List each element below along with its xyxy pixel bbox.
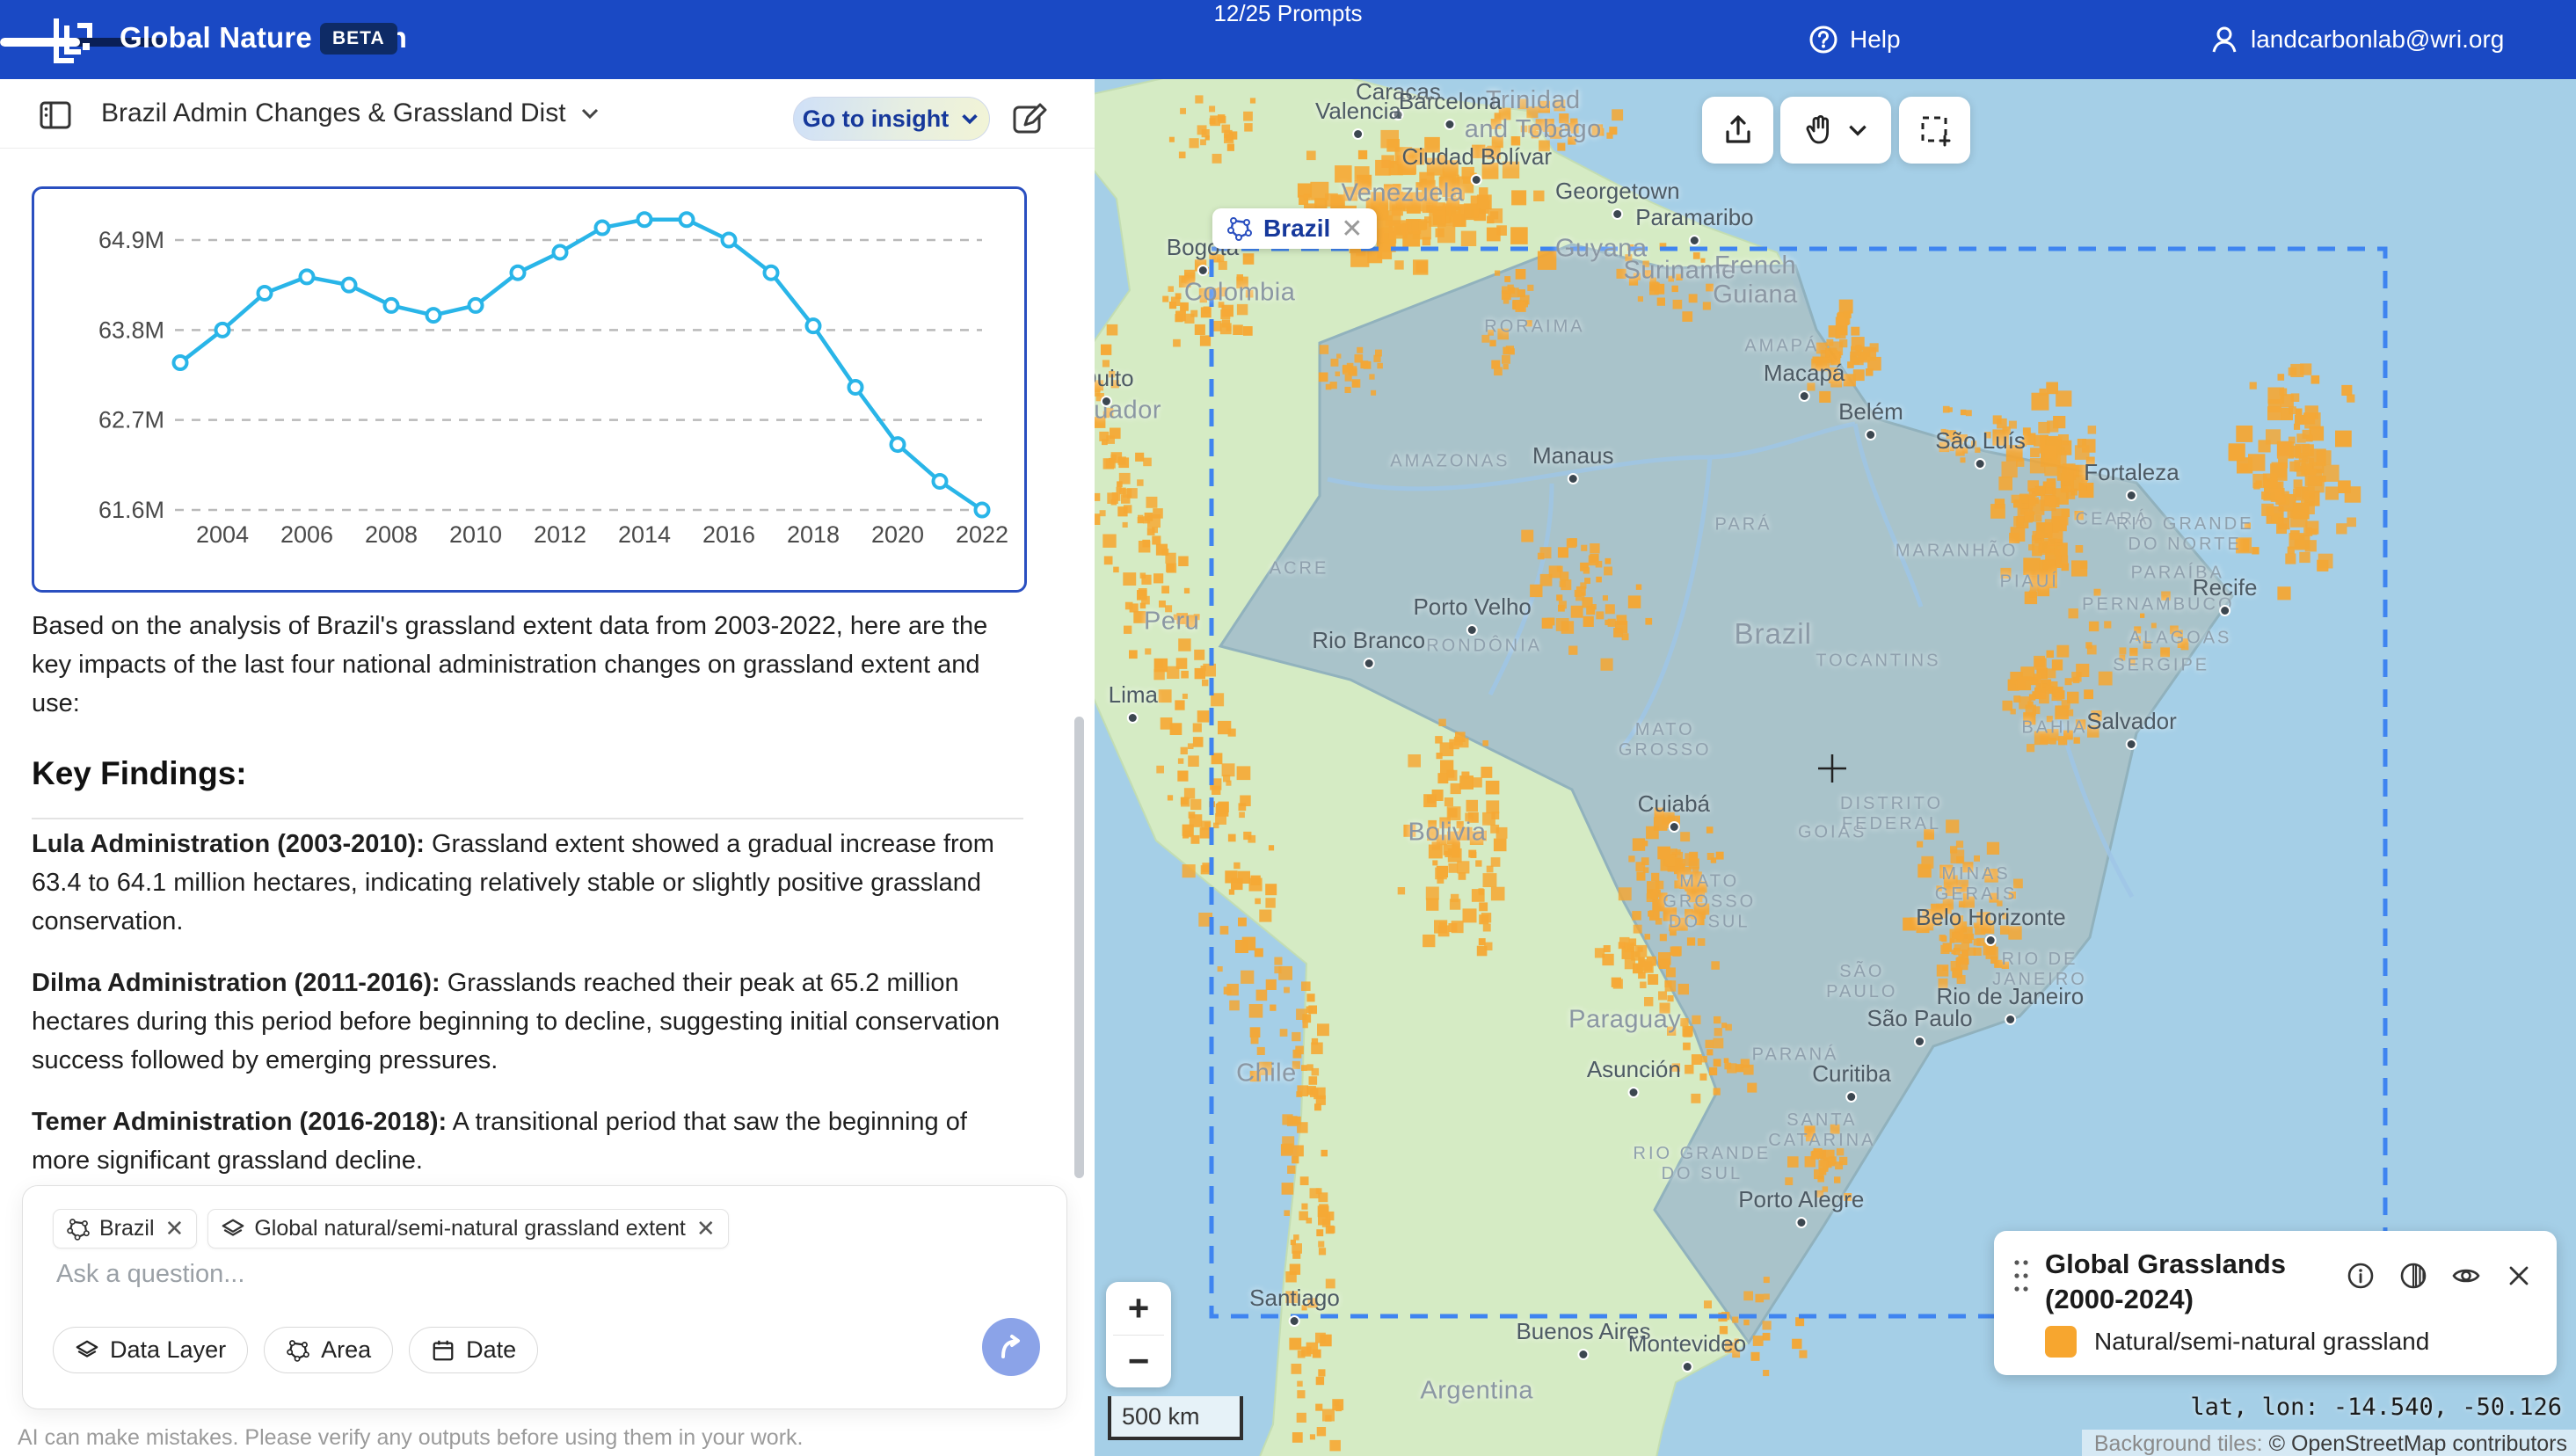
user-icon — [2209, 24, 2240, 55]
svg-text:2006: 2006 — [280, 521, 333, 548]
layer-panel: Global Grasslands (2000-2024) Natural/se… — [1994, 1231, 2557, 1375]
layer-title: Global Grasslands (2000-2024) — [2045, 1247, 2353, 1317]
help-icon — [1808, 24, 1839, 55]
chevron-down-icon — [959, 108, 980, 129]
context-chip[interactable]: Global natural/semi-natural grassland ex… — [207, 1209, 728, 1249]
divider — [32, 818, 1023, 819]
go-to-insight-button[interactable]: Go to insight — [793, 97, 990, 141]
svg-text:2014: 2014 — [618, 521, 671, 548]
zoom-control: + − — [1106, 1282, 1171, 1387]
map-cursor-crosshair — [1815, 751, 1850, 786]
context-chip[interactable]: Brazil✕ — [53, 1209, 197, 1249]
export-map-button[interactable] — [1702, 97, 1773, 164]
context-chips: Brazil✕Global natural/semi-natural grass… — [53, 1209, 729, 1249]
area-polygon-icon — [66, 1217, 91, 1241]
account-email: landcarbonlab@wri.org — [2251, 25, 2504, 54]
info-icon[interactable] — [2346, 1261, 2376, 1291]
send-arrow-icon — [996, 1332, 1026, 1362]
data-layer-button[interactable]: Data Layer — [53, 1327, 248, 1373]
remove-chip-icon[interactable]: ✕ — [696, 1215, 716, 1242]
map-tool-selector-button[interactable] — [1780, 97, 1891, 164]
close-icon[interactable] — [2504, 1261, 2534, 1291]
svg-text:2012: 2012 — [534, 521, 586, 548]
zoom-out-button[interactable]: − — [1106, 1336, 1171, 1388]
help-button[interactable]: Help — [1808, 0, 1901, 79]
global-nature-watch-app: Global Nature Watch BETA Help 12/25 Prom… — [0, 0, 2576, 1456]
zoom-in-button[interactable]: + — [1106, 1282, 1171, 1335]
hand-pan-icon — [1801, 113, 1837, 148]
map-area-chip-brazil[interactable]: Brazil ✕ — [1212, 208, 1377, 249]
osm-attribution-link[interactable]: © OpenStreetMap contributors — [2269, 1431, 2567, 1456]
conversation-title-dropdown[interactable]: Brazil Admin Changes & Grassland Dist — [101, 98, 601, 128]
svg-text:2020: 2020 — [871, 521, 924, 548]
draw-area-button[interactable] — [1899, 97, 1970, 164]
drag-handle-icon[interactable] — [2013, 1257, 2029, 1294]
chat-input-card: Brazil✕Global natural/semi-natural grass… — [22, 1185, 1067, 1409]
area-polygon-icon — [286, 1338, 310, 1363]
cursor-coordinates: lat, lon: -14.540, -50.126 — [2190, 1394, 2562, 1421]
svg-text:63.8M: 63.8M — [98, 317, 164, 343]
svg-text:64.9M: 64.9M — [98, 227, 164, 253]
svg-text:2010: 2010 — [449, 521, 502, 548]
account-menu[interactable]: landcarbonlab@wri.org — [2209, 0, 2504, 79]
layers-icon — [221, 1217, 245, 1241]
chevron-down-icon — [579, 102, 601, 125]
collapse-panel-icon[interactable] — [39, 98, 72, 132]
grassland-extent-chart-card: 64.9M 63.8M 62.7M 61.6M 2004 2006 2008 2010 2012… — [32, 186, 1027, 593]
remove-chip-icon[interactable]: ✕ — [165, 1215, 185, 1242]
upload-share-icon — [1721, 113, 1756, 148]
svg-text:61.6M: 61.6M — [98, 497, 164, 523]
map-scale-bar: 500 km — [1108, 1396, 1243, 1440]
chat-panel-header: Brazil Admin Changes & Grassland Dist Go… — [0, 79, 1095, 149]
finding-paragraph: Lula Administration (2003-2010): Grassla… — [32, 825, 1023, 941]
layer-legend: Natural/semi-natural grassland — [2045, 1326, 2429, 1358]
svg-text:2004: 2004 — [196, 521, 249, 548]
layers-icon — [75, 1338, 99, 1363]
finding-paragraph: Temer Administration (2016-2018): A tran… — [32, 1103, 1023, 1180]
prompts-label: 12/25 Prompts — [1213, 0, 1362, 26]
chat-panel: Brazil Admin Changes & Grassland Dist Go… — [0, 79, 1095, 1456]
date-button[interactable]: Date — [409, 1327, 538, 1373]
opacity-icon[interactable] — [2398, 1261, 2428, 1291]
legend-color-swatch — [2045, 1326, 2077, 1358]
grassland-extent-line-chart: 64.9M 63.8M 62.7M 61.6M 2004 2006 2008 2010 2012… — [34, 189, 1019, 585]
new-chat-edit-icon[interactable] — [1009, 98, 1048, 137]
svg-text:2022: 2022 — [956, 521, 1008, 548]
finding-paragraph: Dilma Administration (2011-2016): Grassl… — [32, 964, 1023, 1080]
question-input[interactable]: Ask a question... — [56, 1260, 244, 1289]
analysis-intro: Based on the analysis of Brazil's grassl… — [32, 607, 1023, 723]
map-view[interactable]: RORAIMAAMAPÁAMAZONASPARÁMARANHÃOPIAUÍCEA… — [1095, 79, 2576, 1456]
svg-text:2016: 2016 — [702, 521, 755, 548]
svg-text:2018: 2018 — [787, 521, 840, 548]
svg-text:2008: 2008 — [365, 521, 418, 548]
send-button[interactable] — [982, 1318, 1040, 1376]
beta-badge: BETA — [320, 23, 397, 55]
visibility-eye-icon[interactable] — [2451, 1261, 2481, 1291]
ai-disclaimer: AI can make mistakes. Please verify any … — [18, 1425, 803, 1451]
remove-area-icon[interactable]: ✕ — [1341, 214, 1363, 244]
svg-text:62.7M: 62.7M — [98, 407, 164, 433]
input-action-buttons: Data Layer Area Date — [53, 1327, 538, 1373]
select-area-icon — [1917, 113, 1953, 148]
layer-actions — [2346, 1261, 2534, 1291]
top-header: Global Nature Watch BETA Help 12/25 Prom… — [0, 0, 2576, 79]
key-findings-heading: Key Findings: — [32, 754, 1023, 793]
calendar-icon — [431, 1338, 455, 1363]
legend-label: Natural/semi-natural grassland — [2094, 1328, 2429, 1356]
area-polygon-icon — [1226, 215, 1253, 242]
panel-scrollbar[interactable] — [1074, 717, 1084, 1178]
chevron-down-icon — [1845, 118, 1870, 142]
app-logo-icon — [51, 15, 100, 64]
area-button[interactable]: Area — [264, 1327, 393, 1373]
map-attribution: Background tiles: © OpenStreetMap contri… — [2082, 1430, 2576, 1456]
